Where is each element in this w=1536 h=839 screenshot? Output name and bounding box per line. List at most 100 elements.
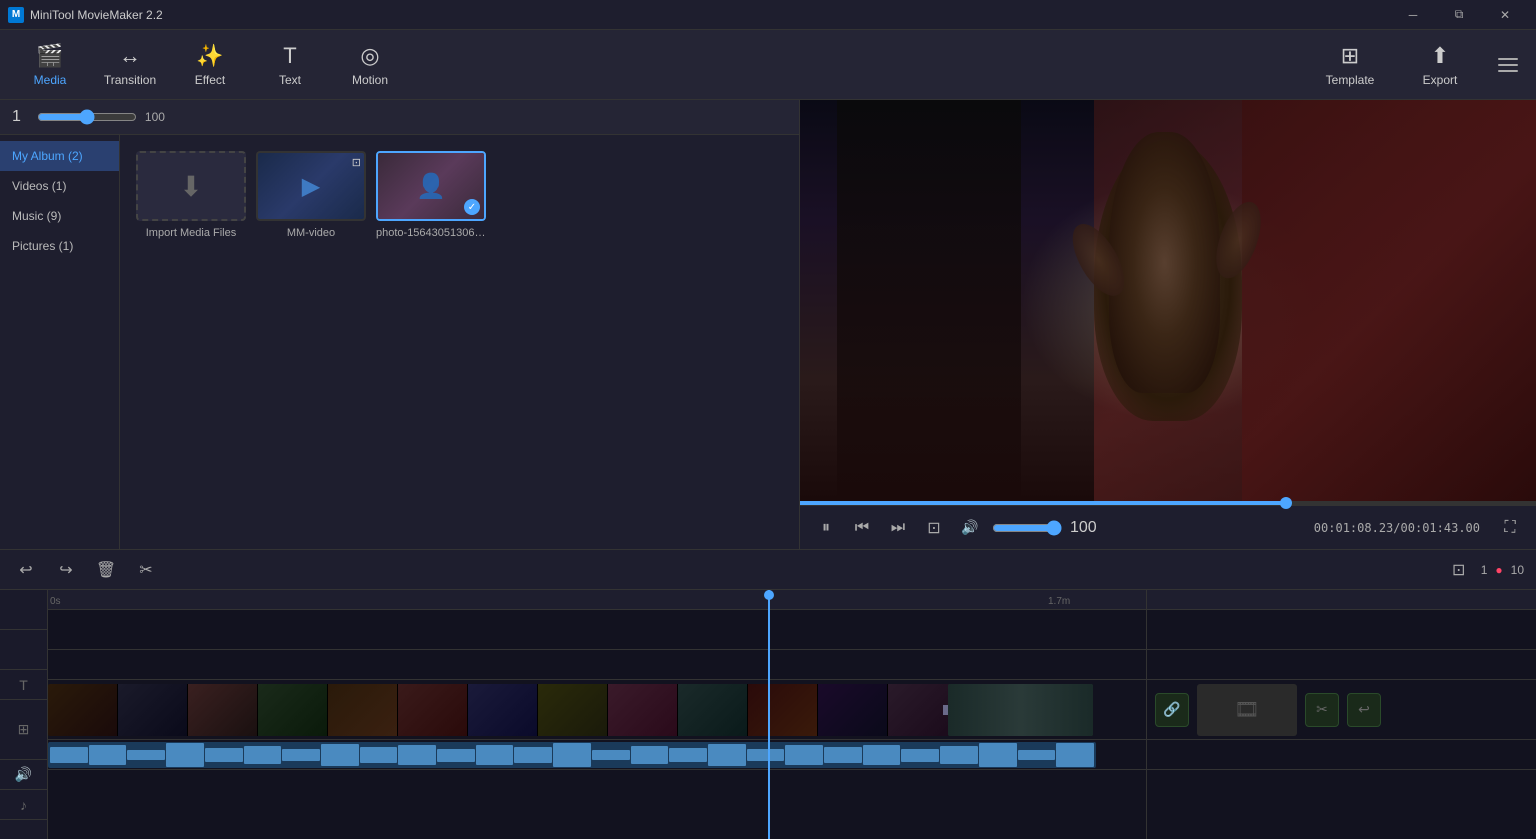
timeline-ruler: 0s 1.7m xyxy=(48,590,1146,610)
timeline: ↩ ↪ 🗑 ✂ ⊡ 1 ● 10 T ⊞ 🔊 ♪ 0s 1.7m xyxy=(0,549,1536,839)
time-current: 00:01:08.23 xyxy=(1314,521,1393,535)
film-frame-2 xyxy=(118,684,188,736)
forward-button[interactable]: ⏭ xyxy=(884,514,912,542)
waveform-bar xyxy=(166,743,204,766)
timeline-playhead xyxy=(768,590,770,839)
restore-button[interactable]: ⧉ xyxy=(1436,0,1482,30)
media-item-photo[interactable]: 👤 ✓ photo-15643051306566... xyxy=(376,151,486,239)
track-label-music: ♪ xyxy=(0,790,47,820)
crop-button[interactable]: ⊡ xyxy=(920,514,948,542)
track-main xyxy=(48,680,1146,740)
track-audio xyxy=(48,740,1146,770)
waveform-bar xyxy=(514,747,552,764)
transition-label: Transition xyxy=(104,73,156,87)
export-label: Export xyxy=(1423,73,1458,87)
waveform-bar xyxy=(863,745,901,766)
time-total: 00:01:43.00 xyxy=(1401,521,1480,535)
import-thumb[interactable]: ⬇ xyxy=(136,151,246,221)
toolbar-item-export[interactable]: ⬆ Export xyxy=(1400,35,1480,95)
track-video-top xyxy=(48,610,1146,650)
backward-button[interactable]: ⏮ xyxy=(848,514,876,542)
video-play-icon: ▶ xyxy=(302,172,320,201)
slider-value: 100 xyxy=(145,110,165,124)
waveform-bar xyxy=(476,745,514,766)
clip-tool-icon-3[interactable]: ↩ xyxy=(1347,693,1381,727)
title-bar-controls: ─ ⧉ ✕ xyxy=(1390,0,1528,30)
film-frame-5 xyxy=(328,684,398,736)
timeline-right-controls: ⊡ 1 ● 10 xyxy=(1445,556,1524,584)
mm-video-thumb[interactable]: ▶ ⊡ xyxy=(256,151,366,221)
redo-button[interactable]: ↪ xyxy=(52,556,80,584)
media-item-import[interactable]: ⬇ Import Media Files xyxy=(136,151,246,239)
toolbar-right: ⊞ Template ⬆ Export xyxy=(1310,35,1526,95)
extra-track-top xyxy=(1147,610,1536,650)
toolbar-item-effect[interactable]: ✨ Effect xyxy=(170,35,250,95)
title-bar: M MiniTool MovieMaker 2.2 ─ ⧉ ✕ xyxy=(0,0,1536,30)
fullscreen-button[interactable]: ⛶ xyxy=(1496,514,1524,542)
right-panel: ⏸ ⏮ ⏭ ⊡ 🔊 100 00:01:08.23/00:01:43.00 ⛶ … xyxy=(800,100,1536,549)
close-button[interactable]: ✕ xyxy=(1482,0,1528,30)
preview-progress-bar[interactable] xyxy=(800,501,1536,505)
extra-track-music xyxy=(1147,770,1536,810)
preview-progress-thumb xyxy=(1280,497,1292,509)
volume-slider[interactable] xyxy=(992,520,1062,536)
zoom-slider[interactable] xyxy=(37,109,137,125)
toolbar-item-text[interactable]: T Text xyxy=(250,35,330,95)
film-frame-3 xyxy=(188,684,258,736)
motion-label: Motion xyxy=(352,73,388,87)
waveform-bar xyxy=(89,745,127,766)
waveform-bar xyxy=(979,743,1017,766)
toolbar-item-media[interactable]: 🎬 Media xyxy=(10,35,90,95)
waveform-bar xyxy=(901,749,939,762)
toolbar: 🎬 Media ↔ Transition ✨ Effect T Text ◎ M… xyxy=(0,30,1536,100)
film-frame-11 xyxy=(748,684,818,736)
waveform-bar xyxy=(785,745,823,765)
photo-thumb[interactable]: 👤 ✓ xyxy=(376,151,486,221)
waveform-bars xyxy=(48,742,1096,768)
toolbar-item-motion[interactable]: ◎ Motion xyxy=(330,35,410,95)
undo-button[interactable]: ↩ xyxy=(12,556,40,584)
effect-icon: ✨ xyxy=(196,43,223,69)
mm-video-preview: ▶ xyxy=(258,153,364,219)
sidebar-item-videos[interactable]: Videos (1) xyxy=(0,171,119,201)
import-icon: ⬇ xyxy=(179,170,202,203)
transition-icon: ↔ xyxy=(119,43,141,69)
film-frame-9 xyxy=(608,684,678,736)
text-label: Text xyxy=(279,73,301,87)
preview-video xyxy=(800,100,1536,501)
toolbar-item-transition[interactable]: ↔ Transition xyxy=(90,35,170,95)
film-frame-4 xyxy=(258,684,328,736)
title-bar-left: M MiniTool MovieMaker 2.2 xyxy=(8,7,163,23)
extra-track-audio xyxy=(1147,740,1536,770)
timeline-dot: ● xyxy=(1495,563,1502,577)
track-text xyxy=(48,650,1146,680)
clip-tool-icon-1[interactable]: 🔗 xyxy=(1155,693,1189,727)
slider-container[interactable] xyxy=(37,109,137,125)
clip-filmstrip-icon: 🎞 xyxy=(1197,684,1297,736)
extra-track-main: 🔗 🎞 ✂ ↩ xyxy=(1147,680,1536,740)
waveform-bar xyxy=(747,749,785,761)
import-label: Import Media Files xyxy=(146,227,236,239)
media-item-mm-video[interactable]: ▶ ⊡ MM-video xyxy=(256,151,366,239)
sidebar-item-music[interactable]: Music (9) xyxy=(0,201,119,231)
clip-tool-icon-2[interactable]: ✂ xyxy=(1305,693,1339,727)
toolbar-item-template[interactable]: ⊞ Template xyxy=(1310,35,1390,95)
cut-button[interactable]: ✂ xyxy=(132,556,160,584)
waveform-bar xyxy=(553,743,591,766)
delete-button[interactable]: 🗑 xyxy=(92,556,120,584)
sidebar-item-pictures[interactable]: Pictures (1) xyxy=(0,231,119,261)
ruler-mark-0s: 0s xyxy=(50,596,61,607)
extra-ruler xyxy=(1147,590,1536,610)
timeline-screen-button[interactable]: ⊡ xyxy=(1445,556,1473,584)
minimize-button[interactable]: ─ xyxy=(1390,0,1436,30)
waveform-bar xyxy=(205,748,243,762)
film-frame-1 xyxy=(48,684,118,736)
hamburger-menu[interactable] xyxy=(1490,35,1526,95)
film-strip-main xyxy=(48,684,958,736)
waveform-bar xyxy=(1056,743,1094,768)
film-frame-8 xyxy=(538,684,608,736)
motion-icon: ◎ xyxy=(360,43,379,69)
sidebar-item-my-album[interactable]: My Album (2) xyxy=(0,141,119,171)
pause-button[interactable]: ⏸ xyxy=(812,514,840,542)
scene-groot-body xyxy=(1109,132,1219,393)
